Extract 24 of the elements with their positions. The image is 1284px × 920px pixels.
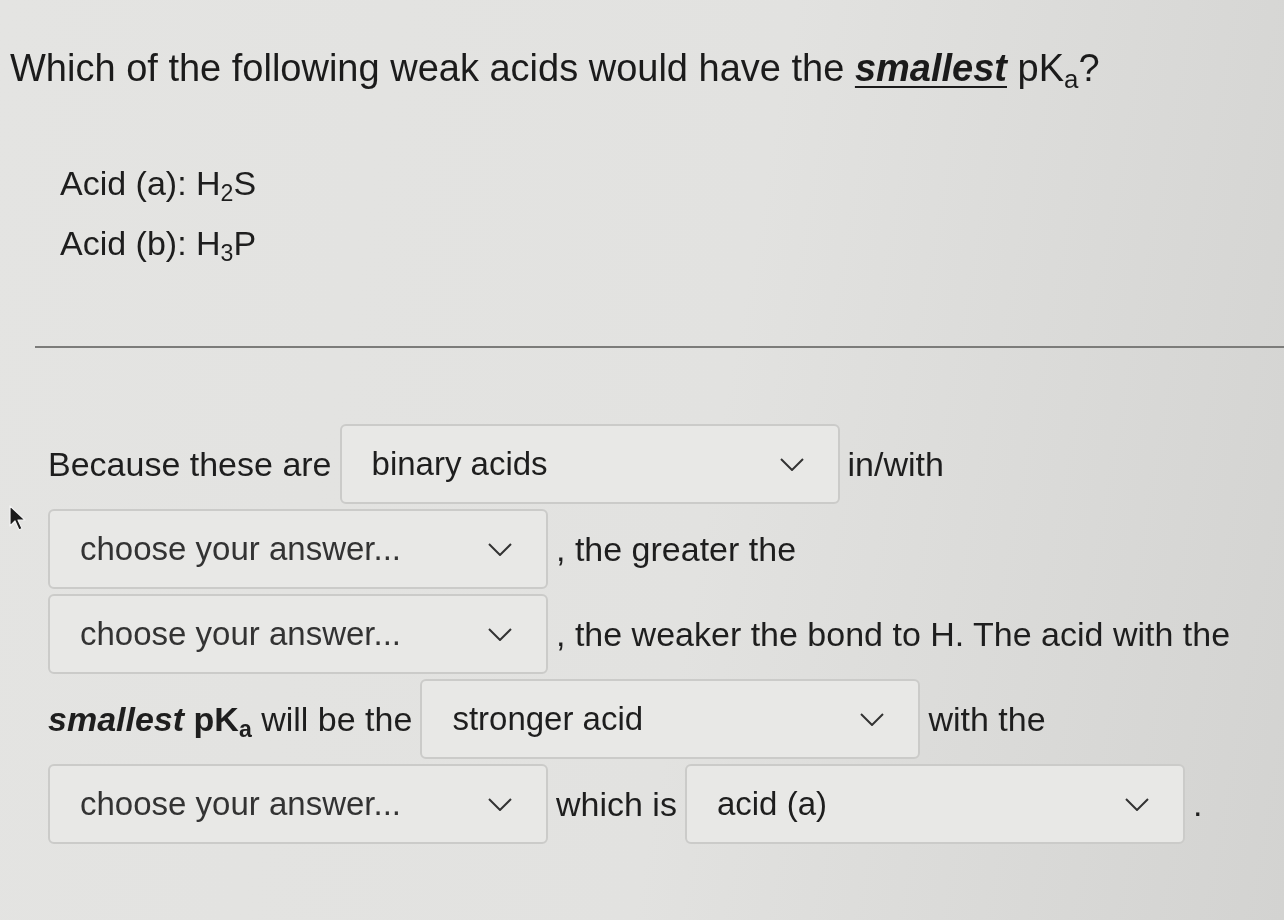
answer-dropdown[interactable]: choose your answer... bbox=[48, 509, 548, 589]
answer-dropdown[interactable]: choose your answer... bbox=[48, 764, 548, 844]
question-text: Which of the following weak acids would have the smallest pK$_{a}$? bbox=[10, 46, 1100, 92]
acid-label: Acid (a): H$_{2}$S bbox=[60, 163, 257, 208]
answer-dropdown[interactable]: acid (a) bbox=[684, 764, 1185, 844]
mouse-pointer-icon bbox=[9, 505, 27, 531]
prompt-text: in/with bbox=[847, 444, 944, 484]
prompt-text: , the weaker the bond to H. The acid with the bbox=[556, 614, 1231, 654]
chevron-down-icon bbox=[488, 797, 512, 811]
chevron-down-icon bbox=[1124, 797, 1149, 811]
prompt-text: , the greater the bbox=[556, 529, 797, 569]
prompt-text: which is bbox=[556, 784, 677, 824]
chevron-down-icon bbox=[488, 627, 512, 641]
answer-dropdown[interactable]: choose your answer... bbox=[48, 594, 548, 674]
chevron-down-icon bbox=[860, 712, 885, 726]
acid-label: Acid (b): H$_{3}$P bbox=[60, 223, 257, 268]
prompt-text: with the bbox=[928, 699, 1046, 739]
prompt-text: smallest pK$_{a}$ will be the bbox=[48, 699, 413, 739]
chevron-down-icon bbox=[779, 457, 804, 471]
answer-dropdown[interactable]: stronger acid bbox=[420, 679, 921, 759]
prompt-text: . bbox=[1192, 784, 1203, 824]
chevron-down-icon bbox=[488, 542, 512, 556]
prompt-text: Because these are bbox=[48, 444, 332, 484]
answer-dropdown[interactable]: binary acids bbox=[339, 424, 840, 504]
